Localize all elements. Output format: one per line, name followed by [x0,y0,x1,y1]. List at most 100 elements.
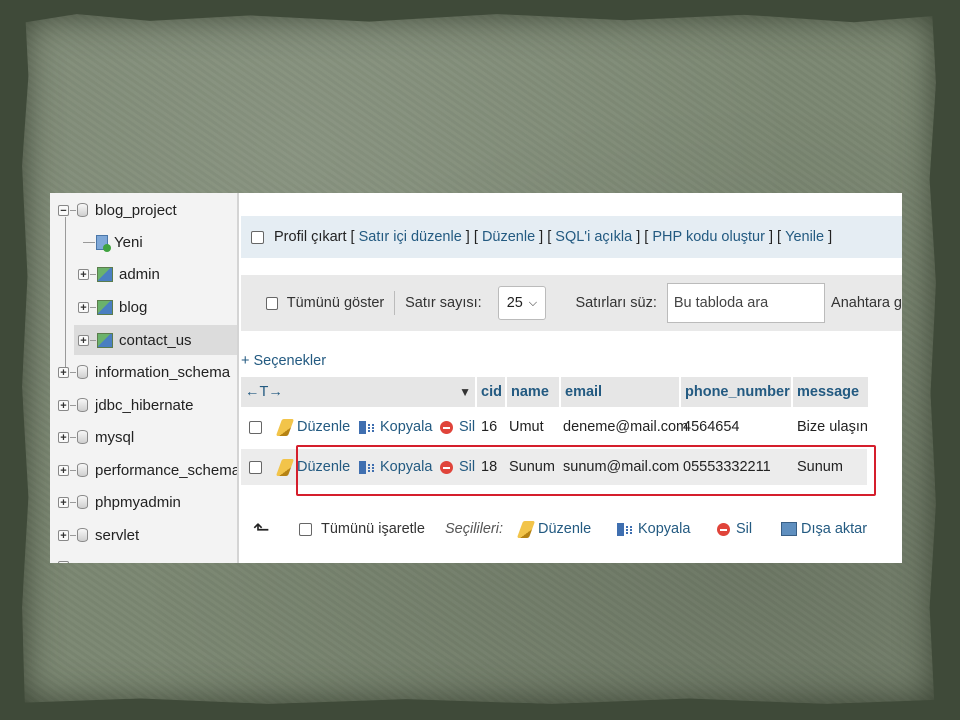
delete-icon [717,522,730,536]
with-selected-label: Seçilileri: [445,521,504,537]
bulk-delete-button[interactable]: Sil [717,511,752,547]
row-checkbox[interactable] [249,420,262,434]
filter-rows-label: Satırları süz: [575,295,657,311]
bulk-copy-button[interactable]: Kopyala [617,511,690,547]
explain-sql-link[interactable]: SQL'i açıkla [555,229,632,245]
profil-label: Profil çıkart [274,229,347,245]
tree-item-phpmyadmin[interactable]: + phpmyadmin [58,487,181,517]
row-copy-button[interactable]: Kopyala [359,409,432,445]
column-header-name[interactable]: name [507,377,559,407]
collapse-icon[interactable]: − [58,204,69,216]
show-all-label: Tümünü göster [286,295,385,311]
column-header-cid[interactable]: cid [477,377,505,407]
tree-item-label: information_schema [95,363,231,381]
database-icon [77,365,88,379]
tree-item-information-schema[interactable]: + information_schema [58,357,230,387]
cell-name[interactable]: Umut [509,409,544,445]
expand-icon[interactable]: + [58,366,69,378]
delete-icon [440,420,453,434]
edit-link[interactable]: Düzenle [482,229,535,245]
tree-item-servlet[interactable]: + servlet [58,520,139,550]
view-icon [97,299,113,315]
new-table-icon [96,234,111,252]
search-placeholder: Bu tabloda ara [673,295,769,311]
copy-icon [617,521,633,537]
tree-item-mysql[interactable]: + mysql [58,422,134,452]
table-navigation-bar: Tümünü göster Satır sayısı: 25 ⌵ Satırla… [241,275,902,331]
select-all-label[interactable]: Tümünü işaretle [321,511,425,547]
inline-edit-link[interactable]: Satır içi düzenle [359,229,462,245]
tree-item-admin[interactable]: + admin [78,259,160,289]
main-panel: Profil çıkart [ Satır içi düzenle ] [ Dü… [239,193,902,563]
database-icon [77,398,88,412]
create-php-code-link[interactable]: PHP kodu oluştur [652,229,765,245]
tree-item-partial: + [58,551,70,563]
tree-item-label: phpmyadmin [95,493,181,511]
search-input[interactable]: Bu tabloda ara [666,283,825,323]
tree-item-performance-schema[interactable]: + performance_schema [58,455,239,485]
select-all-checkbox[interactable] [299,522,312,536]
chevron-down-icon: ⌵ [528,296,538,309]
tree-item-label: blog_project [95,201,177,219]
tree-item-new[interactable]: Yeni [83,227,143,257]
copy-icon [359,419,375,435]
expand-icon[interactable]: + [58,399,69,411]
row-checkbox[interactable] [249,460,262,474]
cell-cid[interactable]: 16 [481,409,497,445]
tree-item-label: blog [119,298,148,316]
tree-item-label: performance_schema [95,461,239,479]
cell-email[interactable]: deneme@mail.com [563,409,688,445]
phpmyadmin-screenshot: − blog_project Yeni + admin + blog + con… [50,193,902,563]
row-count-value: 25 [506,295,523,311]
highlight-annotation-box [296,445,876,496]
row-count-select[interactable]: 25 ⌵ [497,286,547,320]
bulk-export-button[interactable]: Dışa aktar [781,511,867,547]
divider [394,291,396,315]
expand-icon[interactable]: + [78,301,89,313]
key-filter-label: Anahtara g [831,295,902,311]
database-icon [77,203,88,217]
bulk-edit-button[interactable]: Düzenle [516,511,591,547]
tree-item-label: servlet [95,526,140,544]
column-arrows[interactable]: ←T→ [245,384,283,400]
row-edit-button[interactable]: Düzenle [275,409,350,445]
database-icon [77,528,88,542]
cell-phone-number[interactable]: 4564654 [683,409,739,445]
database-tree-sidebar: − blog_project Yeni + admin + blog + con… [50,193,239,563]
pencil-icon [275,458,295,476]
show-all-checkbox[interactable] [265,296,278,310]
arrow-up-icon: ⬑ [253,518,270,541]
expand-icon[interactable]: + [78,334,89,346]
expand-icon[interactable]: + [58,496,69,508]
expand-icon[interactable]: + [58,529,69,541]
options-link[interactable]: + Seçenekler [241,353,326,369]
tree-item-contact-us[interactable]: + contact_us [74,325,237,355]
expand-icon: + [58,560,69,563]
refresh-link[interactable]: Yenile [785,229,824,245]
tree-item-label: Yeni [114,233,143,251]
tree-item-blog-project[interactable]: − blog_project [58,195,177,225]
tree-item-label: jdbc_hibernate [95,396,194,414]
tree-item-label: admin [119,265,160,283]
column-header-email[interactable]: email [561,377,679,407]
query-options-bar: Profil çıkart [ Satır içi düzenle ] [ Dü… [241,216,902,258]
column-header-phone-number[interactable]: phone_number [681,377,791,407]
cell-message[interactable]: Bize ulaşın [797,409,868,445]
tree-item-blog[interactable]: + blog [78,292,147,322]
row-delete-button[interactable]: Sil [440,409,475,445]
sort-desc-icon[interactable]: ▼ [459,385,471,399]
profil-checkbox[interactable] [251,230,264,244]
pencil-icon [516,520,536,538]
tree-connector-line [65,217,66,367]
expand-icon[interactable]: + [78,268,89,280]
database-icon [77,495,88,509]
expand-icon[interactable]: + [58,464,69,476]
pencil-icon [275,418,295,436]
column-header-message[interactable]: message [793,377,868,407]
tree-item-label: mysql [95,428,135,446]
tree-item-label: contact_us [119,331,192,349]
column-arrows-cell: ←T→ ▼ [241,377,475,407]
expand-icon[interactable]: + [58,431,69,443]
tree-item-jdbc-hibernate[interactable]: + jdbc_hibernate [58,390,193,420]
row-count-label: Satır sayısı: [405,295,482,311]
